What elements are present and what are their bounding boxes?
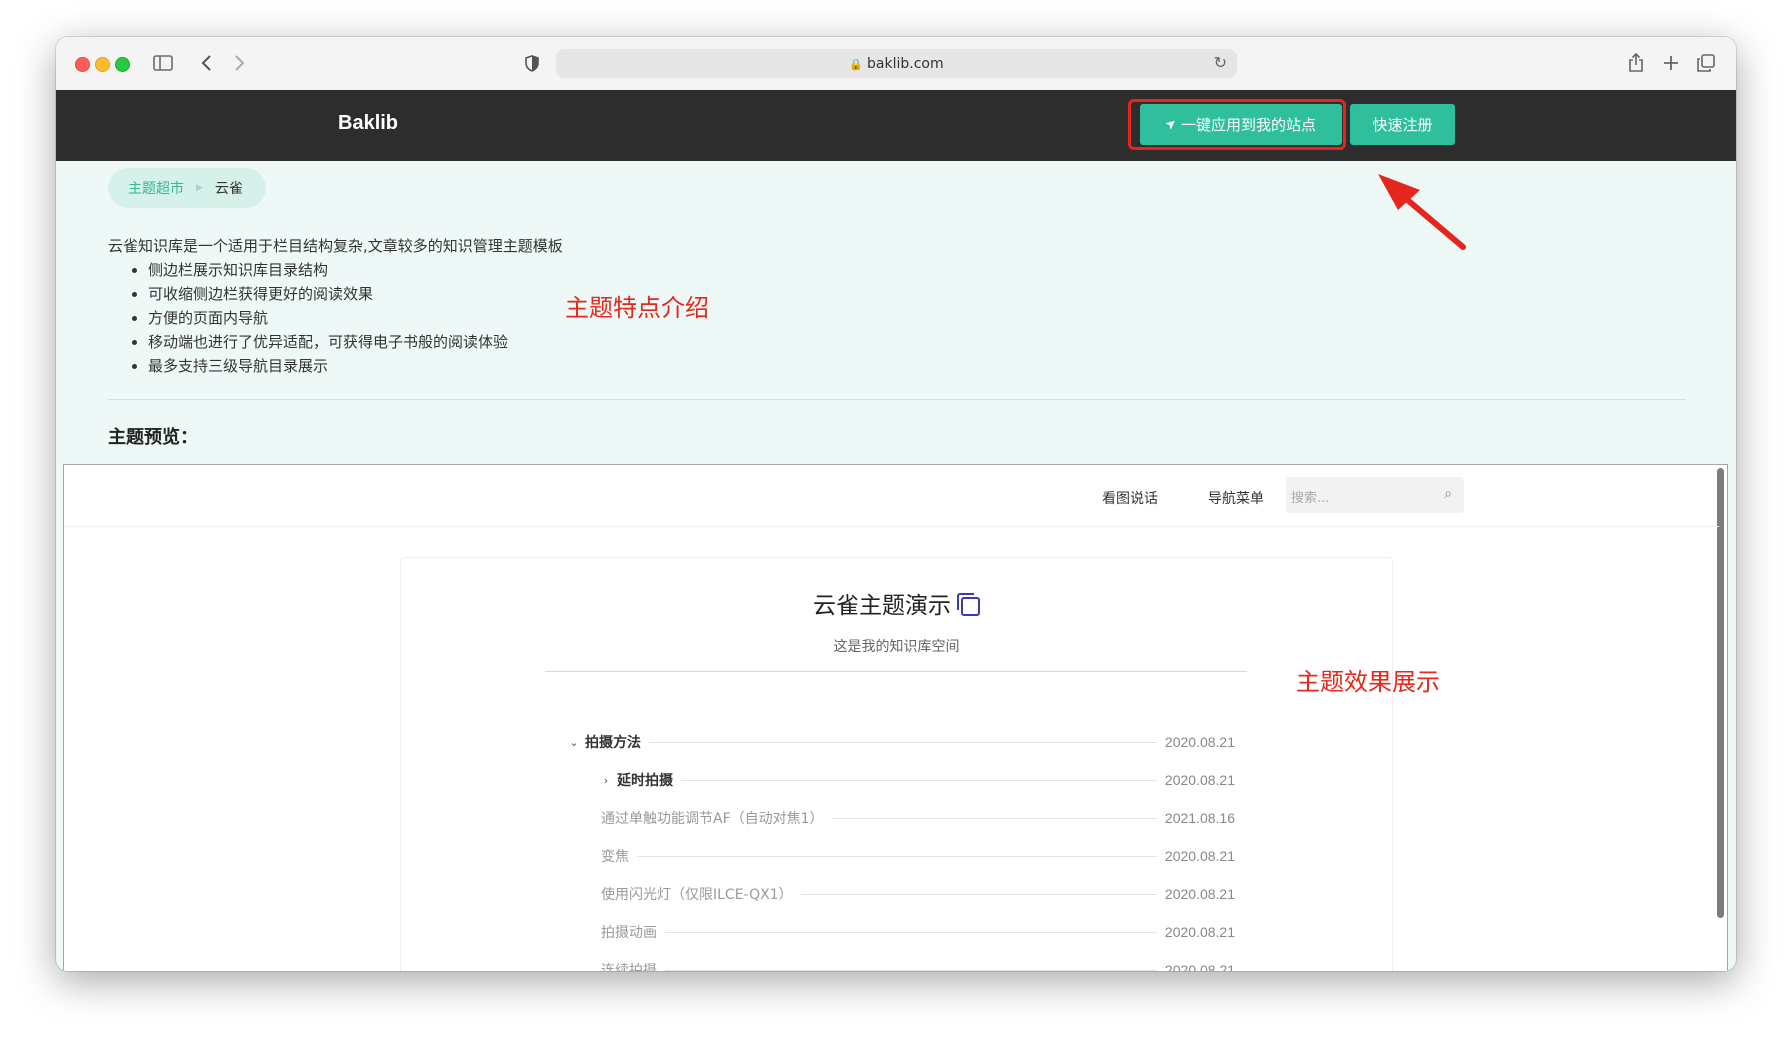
- preview-scrollbar[interactable]: [1717, 468, 1724, 918]
- toc-row-date: 2020.08.21: [1164, 886, 1235, 902]
- site-header: Baklib ➤ 一键应用到我的站点 快速注册: [56, 90, 1736, 161]
- feature-item: 移动端也进行了优异适配，可获得电子书般的阅读体验: [148, 330, 508, 354]
- search-icon[interactable]: ⌕: [1444, 486, 1452, 502]
- preview-card-title: 云雀主题演示: [401, 586, 1392, 620]
- toc-row-date: 2020.08.21: [1164, 772, 1235, 788]
- url-text: baklib.com: [867, 56, 944, 72]
- annotation-effect-label: 主题效果展示: [1296, 668, 1440, 696]
- preview-card-subtitle: 这是我的知识库空间: [833, 639, 960, 655]
- theme-preview-frame[interactable]: 看图说话 导航菜单 搜索... ⌕ 云雀主题演示 这是我的知识库空间 ⌄ 拍摄方…: [63, 464, 1728, 971]
- toc-leader-line: [681, 779, 1157, 781]
- feature-item: 最多支持三级导航目录展示: [148, 354, 508, 378]
- toc-row-label: 通过单触功能调节AF（自动对焦1）: [601, 811, 824, 827]
- highlight-annotation-box: [1128, 99, 1346, 150]
- toc-row[interactable]: 连续拍摄 2020.08.21: [601, 960, 1235, 971]
- toc-leader-line: [637, 855, 1157, 857]
- browser-window: 🔒 baklib.com ↻ Baklib ➤ 一键应用到我的站点 快速注册 主题超…: [56, 37, 1736, 971]
- toc-row[interactable]: 使用闪光灯（仅限ILCE-QX1） 2020.08.21: [601, 884, 1235, 904]
- minimize-window-button[interactable]: [95, 57, 110, 72]
- preview-nav-item[interactable]: 导航菜单: [1208, 488, 1264, 508]
- share-icon[interactable]: [1626, 51, 1646, 75]
- chevron-down-icon[interactable]: ⌄: [569, 736, 579, 749]
- toc-row-label: 连续拍摄: [601, 963, 657, 971]
- feature-list: 侧边栏展示知识库目录结构 可收缩侧边栏获得更好的阅读效果 方便的页面内导航 移动…: [108, 258, 508, 378]
- preview-content-card: 云雀主题演示 这是我的知识库空间 ⌄ 拍摄方法 2020.08.21 › 延时拍…: [400, 557, 1393, 971]
- toc-row[interactable]: 拍摄动画 2020.08.21: [601, 922, 1235, 942]
- browser-toolbar: 🔒 baklib.com ↻: [56, 37, 1736, 91]
- book-icon: [957, 593, 980, 616]
- toc-leader-line: [831, 817, 1157, 819]
- toc-row[interactable]: ⌄ 拍摄方法 2020.08.21: [569, 732, 1235, 752]
- toc-row[interactable]: › 延时拍摄 2020.08.21: [601, 770, 1235, 790]
- annotation-arrow-icon: [1378, 174, 1466, 250]
- theme-description: 云雀知识库是一个适用于栏目结构复杂,文章较多的知识管理主题模板: [108, 237, 563, 255]
- preview-card-title-text: 云雀主题演示: [813, 593, 951, 619]
- toc-leader-line: [665, 969, 1157, 971]
- breadcrumb: 主题超市 ▶ 云雀: [108, 168, 266, 208]
- preview-navbar: 看图说话 导航菜单 搜索... ⌕: [64, 465, 1719, 527]
- toc-row-date: 2020.08.21: [1164, 734, 1235, 750]
- feature-item: 可收缩侧边栏获得更好的阅读效果: [148, 282, 508, 306]
- toc-row-label: 拍摄动画: [601, 925, 657, 941]
- preview-heading: 主题预览：: [108, 427, 198, 448]
- toc-row-date: 2020.08.21: [1164, 848, 1235, 864]
- sidebar-toggle-icon[interactable]: [152, 51, 174, 75]
- preview-card-divider: [545, 671, 1247, 672]
- toc-row-date: 2020.08.21: [1164, 962, 1235, 971]
- close-window-button[interactable]: [75, 57, 90, 72]
- breadcrumb-current: 云雀: [214, 181, 243, 197]
- breadcrumb-separator-icon: ▶: [196, 183, 203, 193]
- new-tab-icon[interactable]: [1661, 51, 1681, 75]
- toc-row[interactable]: 通过单触功能调节AF（自动对焦1） 2021.08.16: [601, 808, 1235, 828]
- toc-row-date: 2021.08.16: [1164, 810, 1235, 826]
- tab-overview-icon[interactable]: [1696, 51, 1716, 75]
- preview-nav-item[interactable]: 看图说话: [1102, 488, 1158, 508]
- toc-leader-line: [665, 931, 1157, 933]
- site-logo[interactable]: Baklib: [338, 112, 398, 135]
- annotation-features-label: 主题特点介绍: [565, 294, 709, 322]
- zoom-window-button[interactable]: [115, 57, 130, 72]
- forward-icon[interactable]: [230, 51, 250, 75]
- chevron-right-icon[interactable]: ›: [601, 774, 611, 787]
- toc-row-label: 变焦: [601, 849, 629, 865]
- privacy-shield-icon[interactable]: [522, 51, 542, 75]
- reload-icon[interactable]: ↻: [1214, 53, 1227, 72]
- address-bar[interactable]: 🔒 baklib.com ↻: [556, 49, 1237, 78]
- toc-row[interactable]: 变焦 2020.08.21: [601, 846, 1235, 866]
- lock-icon: 🔒: [849, 58, 864, 71]
- quick-register-button[interactable]: 快速注册: [1350, 104, 1455, 145]
- toc-row-label: 使用闪光灯（仅限ILCE-QX1）: [601, 887, 793, 903]
- back-icon[interactable]: [196, 51, 216, 75]
- toc-leader-line: [800, 893, 1157, 895]
- breadcrumb-link-theme-market[interactable]: 主题超市: [128, 178, 184, 198]
- preview-search-input[interactable]: 搜索... ⌕: [1286, 477, 1464, 513]
- section-divider: [108, 399, 1686, 400]
- feature-item: 方便的页面内导航: [148, 306, 508, 330]
- page-content: Baklib ➤ 一键应用到我的站点 快速注册 主题超市 ▶ 云雀 云雀知识库是一…: [56, 90, 1736, 971]
- toc-row-label: 延时拍摄: [617, 773, 673, 789]
- feature-item: 侧边栏展示知识库目录结构: [148, 258, 508, 282]
- toc-leader-line: [649, 741, 1157, 743]
- toc-row-label: 拍摄方法: [585, 735, 641, 751]
- toc-row-date: 2020.08.21: [1164, 924, 1235, 940]
- preview-search-placeholder: 搜索...: [1291, 491, 1330, 506]
